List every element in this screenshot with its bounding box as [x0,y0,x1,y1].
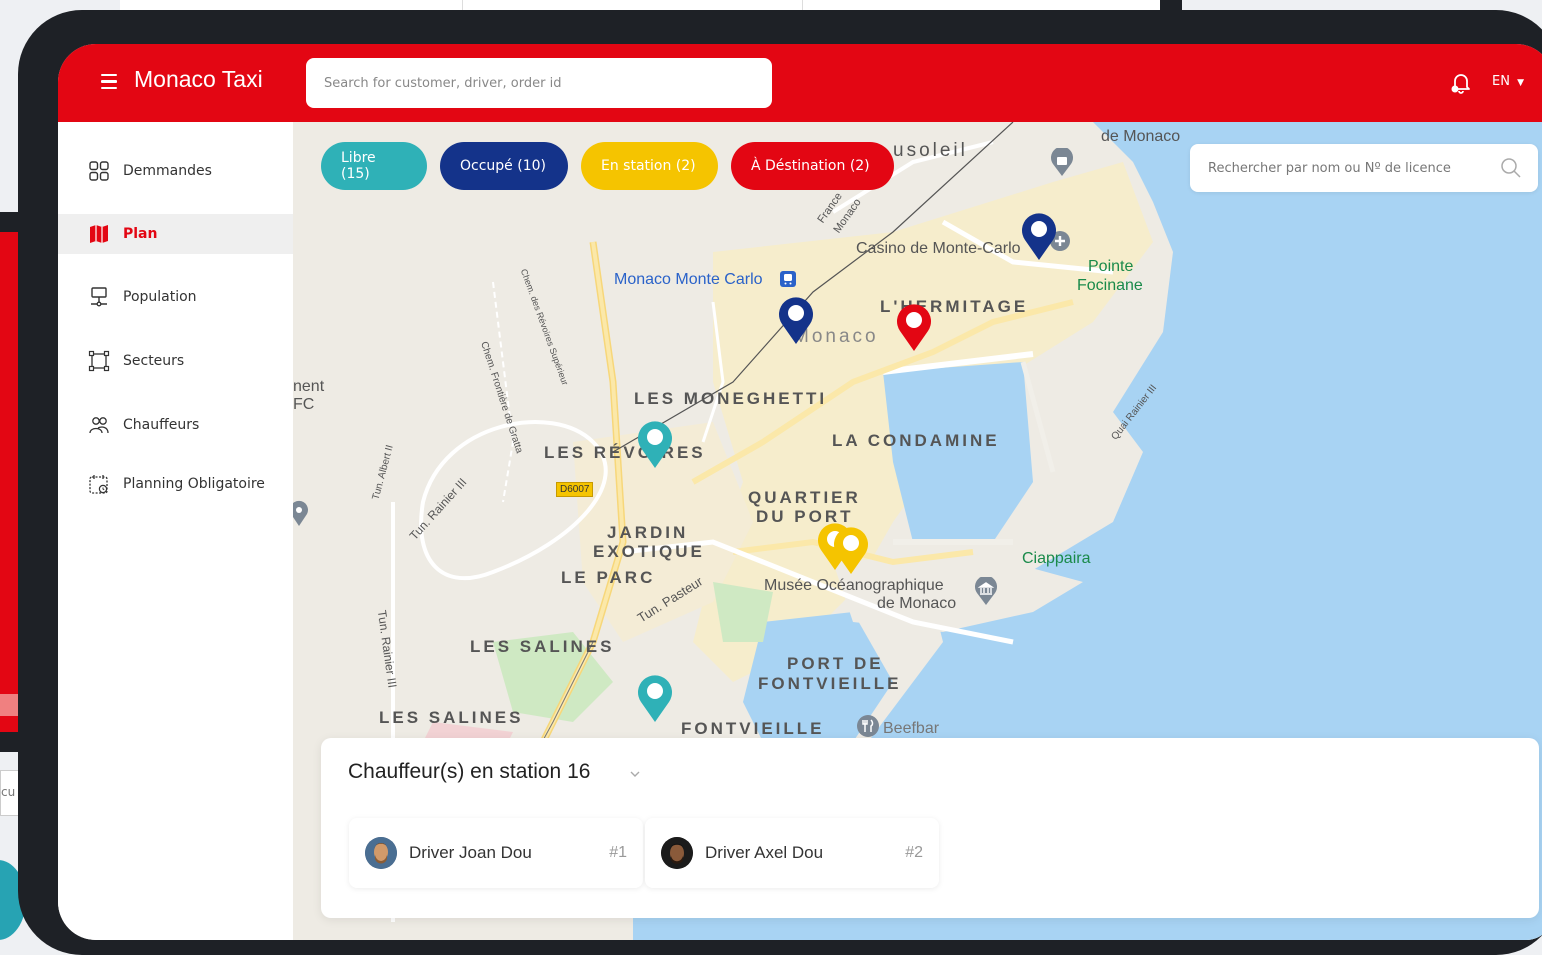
taxi-pin-free[interactable] [635,672,675,724]
grid-icon [88,160,110,182]
search-icon[interactable] [1500,157,1522,179]
map-label-moneghetti: LES MONEGHETTI [634,389,828,408]
filter-libre[interactable]: Libre (15) [321,142,427,190]
sidebar-item-label: Population [123,289,197,305]
sidebar-item-plan[interactable]: Plan [58,214,293,254]
top-bar: Monaco Taxi EN ▼ [58,44,1542,122]
panel-title: Chauffeur(s) en station 16 [348,760,591,783]
background-red-panel [0,232,18,732]
language-label: EN [1492,74,1510,89]
map-label-musee: Musée Océanographique [764,577,944,594]
train-station-icon[interactable] [779,270,797,288]
sidebar: Demmandes Plan Population Secteurs Chauf… [58,122,293,940]
map-label-ciappaira: Ciappaira [1022,550,1091,567]
map-label-d6007: D6007 [556,482,594,497]
driver-name: Driver Axel Dou [705,843,824,862]
chevron-down-icon: ▼ [1517,78,1525,88]
map-label-condamine: LA CONDAMINE [832,431,1000,450]
map-label-quartier: QUARTIER [748,488,861,507]
driver-search-input[interactable] [1208,160,1500,176]
map-label-beefbar: Beefbar [883,720,940,737]
global-search-input[interactable] [324,75,754,91]
drivers-icon [88,414,110,436]
map-label-les-salines-2: LES SALINES [379,708,524,727]
tablet-frame: Monaco Taxi EN ▼ Demma [18,10,1542,955]
map-label-exotique: EXOTIQUE [593,542,705,561]
sidebar-item-label: Plan [123,226,158,242]
app-title: Monaco Taxi [134,66,263,92]
sidebar-item-chauffeurs[interactable]: Chauffeurs [58,405,293,445]
taxi-pin-station[interactable] [831,524,871,576]
background-input: cu [0,770,20,816]
sidebar-item-label: Demmandes [123,163,212,179]
avatar [365,837,397,869]
map-icon [88,223,110,245]
map-label-fontvieille: FONTVIEILLE [681,719,825,738]
driver-name: Driver Joan Dou [409,843,532,862]
shopping-poi-icon[interactable] [1049,148,1075,178]
map-label-les-salines: LES SALINES [470,637,615,656]
driver-rank: #1 [609,844,627,861]
map-label-pointe: Pointe [1088,258,1134,275]
museum-poi-icon[interactable] [973,577,999,607]
map-label-beausoleil: usoleil [893,140,968,161]
filter-en-station[interactable]: En station (2) [581,142,718,190]
taxi-pin-occupied[interactable] [776,294,816,346]
driver-search[interactable] [1190,144,1538,192]
map-label-revoires: LES RÉVOIRES [544,443,706,462]
sidebar-item-planning-obligatoire[interactable]: Planning Obligatoire [58,464,293,504]
sidebar-item-label: Secteurs [123,353,185,369]
map-view[interactable]: usoleil de Monaco Casino de Monte-Carlo … [293,122,1542,940]
taxi-pin-destination[interactable] [894,301,934,353]
map-label-station: Monaco Monte Carlo [614,271,763,288]
driver-card[interactable]: Driver Axel Dou #2 [645,818,939,888]
hamburger-menu-icon[interactable] [101,74,117,90]
chevron-down-icon[interactable] [629,768,641,780]
map-label-casino: Casino de Monte-Carlo [856,240,1021,257]
sidebar-item-secteurs[interactable]: Secteurs [58,341,293,381]
map-label-jardin: JARDIN [607,523,689,542]
map-label-musee-2: de Monaco [877,595,957,612]
map-label-port-fontvieille: FONTVIEILLE [758,674,902,693]
sidebar-item-label: Chauffeurs [123,417,200,433]
sidebar-item-population[interactable]: Population [58,277,293,317]
global-search[interactable] [306,58,772,108]
driver-rank: #2 [905,844,923,861]
map-label-jardin-monaco: de Monaco [1101,128,1181,145]
map-label-port-de: PORT DE [787,654,884,673]
filter-occupe[interactable]: Occupé (10) [440,142,568,190]
map-label-ment: nent [293,378,325,395]
status-filters: Libre (15) Occupé (10) En station (2) À … [321,142,894,190]
restaurant-poi-icon[interactable] [856,714,880,738]
map-label-fc: FC [293,396,315,413]
calendar-icon [88,473,110,495]
filter-a-destination[interactable]: À Déstination (2) [731,142,894,190]
monitor-icon [88,286,110,308]
driver-card[interactable]: Driver Joan Dou #1 [349,818,643,888]
map-label-le-parc: LE PARC [561,568,656,587]
station-drivers-panel: Chauffeur(s) en station 16 Driver Joan D… [321,738,1539,918]
sidebar-item-demmandes[interactable]: Demmandes [58,151,293,191]
sectors-icon [88,350,110,372]
sidebar-item-label: Planning Obligatoire [123,476,265,492]
map-poi-left-icon[interactable] [293,498,309,528]
taxi-pin-free[interactable] [635,418,675,470]
map-label-focinane: Focinane [1077,277,1143,294]
language-selector[interactable]: EN ▼ [1492,74,1524,89]
avatar [661,837,693,869]
notification-bell-icon[interactable] [1448,70,1474,96]
taxi-pin-occupied[interactable] [1019,210,1059,262]
app-screen: Monaco Taxi EN ▼ Demma [58,44,1542,940]
